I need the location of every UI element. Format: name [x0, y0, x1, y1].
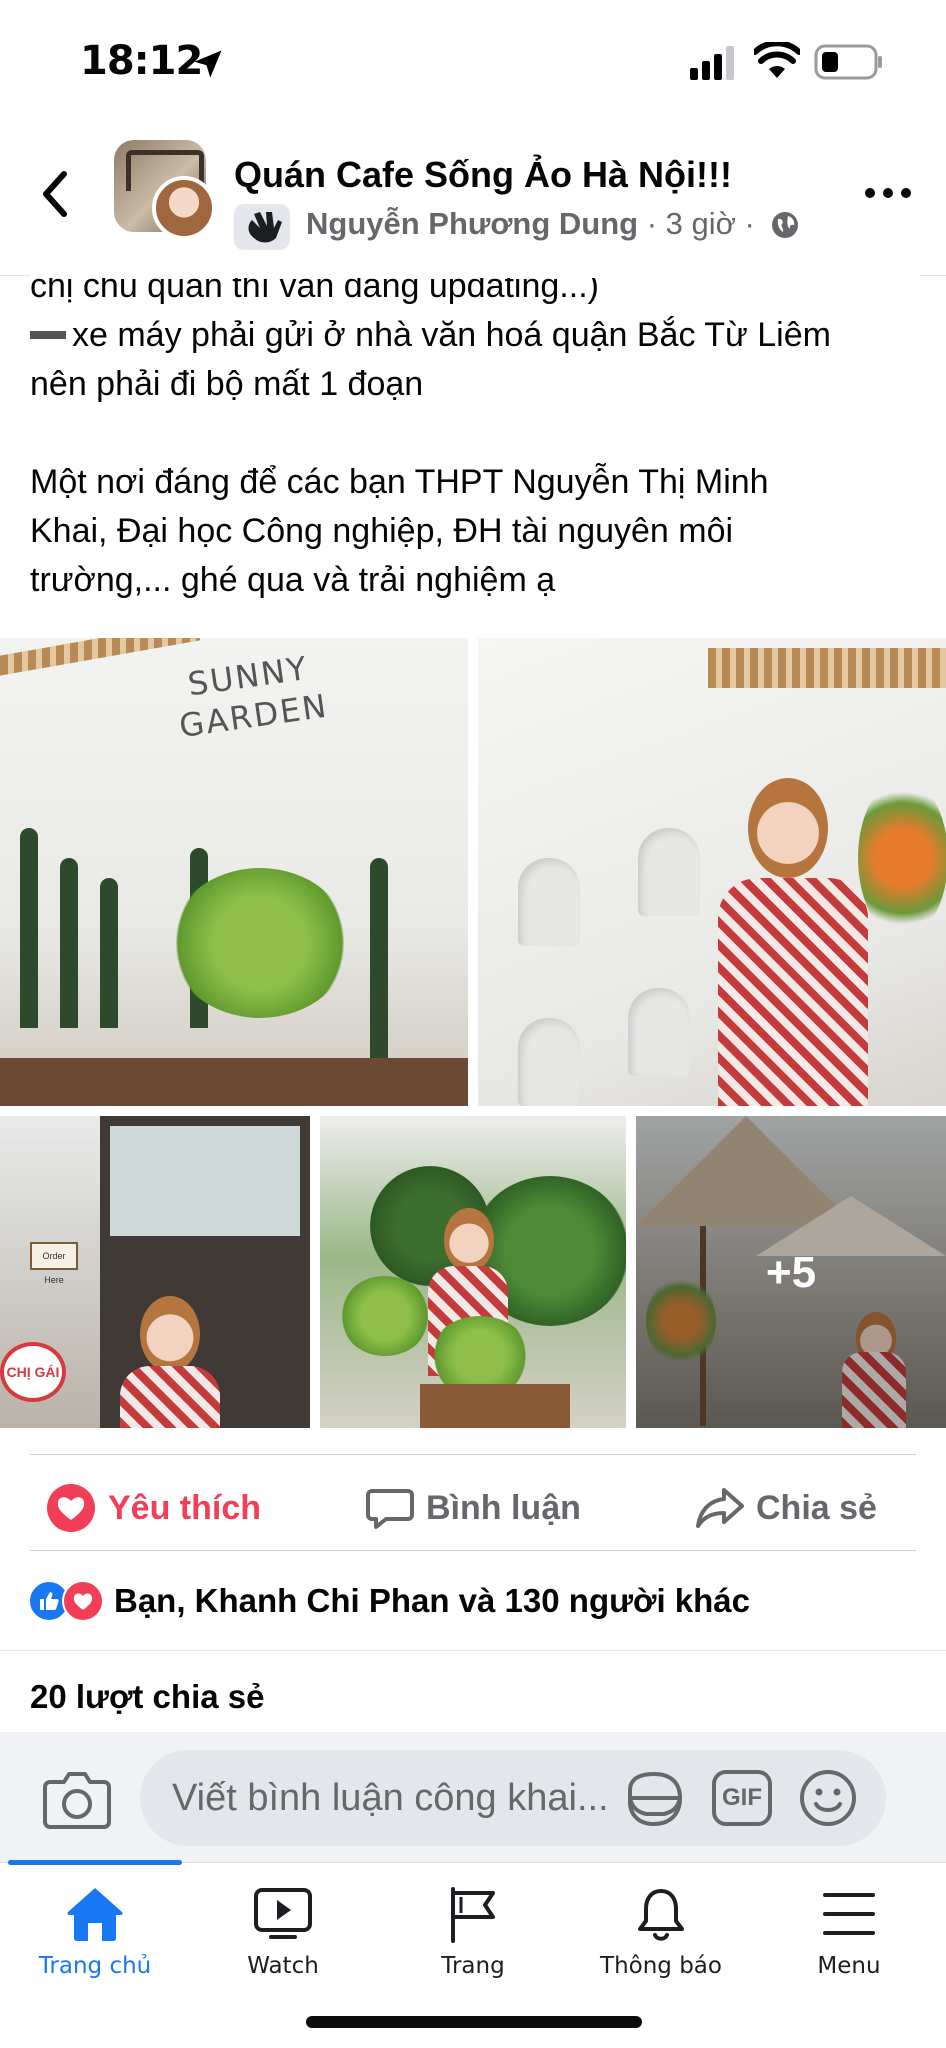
- stall-sign: CHỊ GÁI: [0, 1342, 66, 1402]
- post-body: chị chủ quán thì vẫn đang updating...) x…: [30, 262, 920, 605]
- post-line: Một nơi đáng để các bạn THPT Nguyễn Thị …: [30, 463, 769, 501]
- reactions-summary[interactable]: Bạn, Khanh Chi Phan và 130 người khác: [28, 1578, 750, 1624]
- shares-count[interactable]: 20 lượt chia sẻ: [30, 1678, 264, 1716]
- reactions-text: Bạn, Khanh Chi Phan và 130 người khác: [114, 1582, 751, 1619]
- tab-pages[interactable]: Trang: [378, 1885, 568, 1979]
- post-line: trường,... ghé qua và trải nghiệm ạ: [30, 561, 556, 599]
- location-arrow-icon: [194, 50, 222, 78]
- globe-icon: [772, 212, 798, 238]
- share-icon: [696, 1488, 744, 1528]
- comment-bar: GIF: [0, 1732, 946, 1862]
- home-icon: [67, 1888, 123, 1941]
- gif-icon[interactable]: GIF: [712, 1770, 772, 1826]
- bell-icon: [638, 1889, 684, 1941]
- wifi-icon: [754, 42, 800, 78]
- status-bar: 18:12: [0, 0, 946, 120]
- dash-icon: [30, 331, 66, 340]
- post-photo-3[interactable]: Order Here CHỊ GÁI: [0, 1116, 310, 1428]
- battery-icon: [814, 44, 882, 80]
- signal-icon: [690, 46, 734, 80]
- post-meta: Nguyễn Phương Dung · 3 giờ ·: [306, 206, 755, 242]
- more-icon[interactable]: [862, 178, 914, 208]
- tab-home[interactable]: Trang chủ: [0, 1885, 190, 1979]
- order-here-sign: Order Here: [30, 1242, 78, 1285]
- post-photo-2[interactable]: [478, 638, 946, 1106]
- emoji-icon[interactable]: [798, 1768, 858, 1828]
- watch-icon: [254, 1888, 312, 1939]
- comment-input[interactable]: [140, 1750, 886, 1846]
- comment-button[interactable]: Bình luận: [366, 1478, 581, 1538]
- back-icon[interactable]: [34, 164, 78, 224]
- home-indicator: [306, 2016, 642, 2028]
- camera-icon[interactable]: [42, 1768, 112, 1830]
- group-name[interactable]: Quán Cafe Sống Ảo Hà Nội!!!: [234, 154, 732, 196]
- post-line: Khai, Đại học Công nghiệp, ĐH tài nguyên…: [30, 512, 734, 550]
- post-line: xe máy phải gửi ở nhà văn hoá quận Bắc T…: [30, 311, 920, 360]
- tab-notifications[interactable]: Thông báo: [566, 1885, 756, 1979]
- share-button[interactable]: Chia sẻ: [696, 1478, 877, 1538]
- heart-icon: [47, 1484, 95, 1532]
- post-header: Quán Cafe Sống Ảo Hà Nội!!! Nguyễn Phươn…: [0, 120, 946, 276]
- post-photo-4[interactable]: [320, 1116, 626, 1428]
- status-time: 18:12: [80, 38, 203, 84]
- sticker-icon[interactable]: [624, 1770, 686, 1828]
- menu-icon: [823, 1893, 875, 1935]
- post-line: nên phải đi bộ mất 1 đoạn: [30, 365, 424, 403]
- more-photos-count[interactable]: +5: [636, 1248, 946, 1298]
- love-reaction-icon: [62, 1580, 104, 1622]
- active-tab-indicator: [8, 1860, 182, 1865]
- wave-badge-icon: [234, 204, 290, 250]
- author-name[interactable]: Nguyễn Phương Dung: [306, 206, 638, 241]
- tab-watch[interactable]: Watch: [188, 1885, 378, 1979]
- comment-icon: [366, 1489, 414, 1529]
- flag-icon: [451, 1887, 495, 1943]
- post-time: · 3 giờ ·: [638, 206, 755, 241]
- like-button[interactable]: Yêu thích: [46, 1478, 261, 1538]
- tab-menu[interactable]: Menu: [754, 1885, 944, 1979]
- author-avatar[interactable]: [152, 176, 216, 240]
